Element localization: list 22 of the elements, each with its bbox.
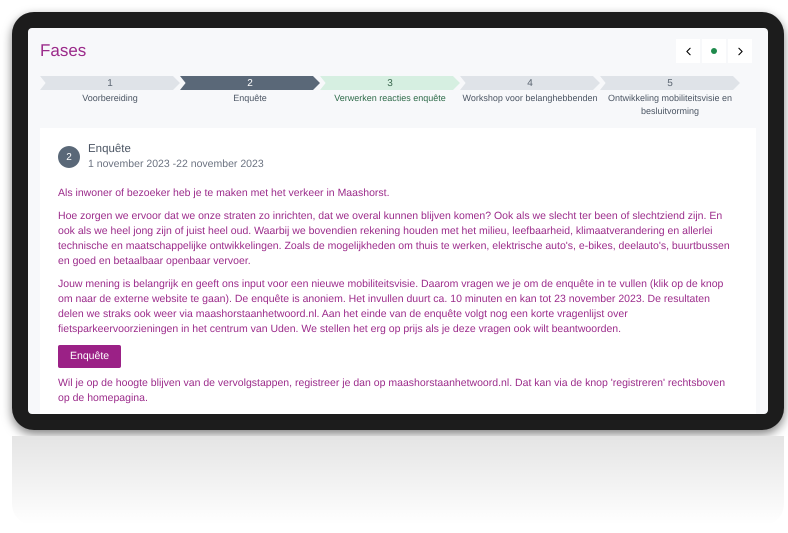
step-label: Verwerken reacties enquête — [333, 92, 447, 105]
page-title: Fases — [40, 40, 86, 62]
pager-dot-button[interactable] — [702, 39, 726, 63]
paragraph: Wil je op de hoogte blijven van de vervolgstappen, registreer je dan op maashorstaanhetwoord.nl. Dat kan via de knop 'registreren' rechtsboven op de homepagina. — [58, 376, 726, 406]
step-label: Enquête — [232, 92, 268, 105]
step-chevron[interactable]: 5 — [600, 76, 740, 90]
phase-dates: 1 november 2023 -22 november 2023 — [88, 157, 264, 172]
previous-button[interactable] — [676, 39, 700, 63]
step-chevron[interactable]: 2 — [180, 76, 320, 90]
phase-title: Enquête — [88, 142, 132, 157]
step-label: Voorbereiding — [81, 92, 139, 105]
step-chevron[interactable]: 4 — [460, 76, 600, 90]
paragraph: Hoe zorgen we ervoor dat we onze straten zo inrichten, dat we overal kunnen blijven komen? Ook als we slecht ter been of slechtziend zijn. En ook als we heel jong zijn of juist heel oud. Waarbij we bovendien rekening houden met het milieu, leefbaarheid, klimaatverandering en allerlei technische en maatschappelijke ontwikkelingen. Zoals de mogelijkheden om thuis te werken, elektrische auto's, e-bikes, deelauto's, buurtbussen en goed en betaalbaar openbaar vervoer. — [58, 209, 731, 269]
next-button[interactable] — [728, 39, 752, 63]
step-label: Ontwikkeling mobiliteitsvisie en besluitvorming — [606, 92, 734, 118]
step-label: Workshop voor belanghebbenden — [462, 92, 598, 105]
phase-number-badge: 2 — [58, 146, 80, 168]
step-chevron[interactable]: 3 — [320, 76, 460, 90]
paragraph: Als inwoner of bezoeker heb je te maken met het verkeer in Maashorst. — [58, 186, 390, 201]
survey-button[interactable]: Enquête — [58, 345, 122, 368]
step-chevron[interactable]: 1 — [40, 76, 180, 90]
paragraph: Jouw mening is belangrijk en geeft ons input voor een nieuwe mobiliteitsvisie. Daarom vragen we je om de enquête in te vullen (klik op de knop om naar de externe website te gaan). De enquête is anoniem. Het invullen duurt ca. 10 minuten en kan tot 23 november 2023. De resultaten delen we straks ook weer via maashorstaanhetwoord.nl. Aan het einde van de enquête volgt nog een korte vragenlijst over fietsparkeervoorzieningen in het centrum van Uden. We stellen het erg op prijs als je deze vragen ook wilt beantwoorden. — [58, 277, 724, 337]
